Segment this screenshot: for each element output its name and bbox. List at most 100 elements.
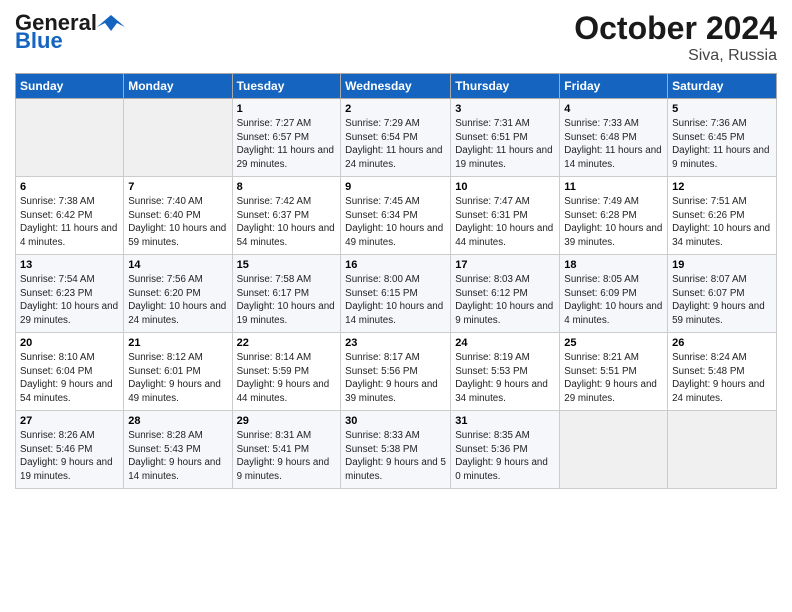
day-detail: Sunrise: 8:00 AMSunset: 6:15 PMDaylight:… (345, 273, 446, 328)
day-number: 18 (564, 259, 663, 271)
calendar-cell: 7 Sunrise: 7:40 AMSunset: 6:40 PMDaylight… (124, 177, 232, 255)
calendar-cell: 21Sunrise: 8:12 AMSunset: 6:01 PMDayligh… (124, 333, 232, 411)
day-number: 3 (455, 103, 555, 115)
day-detail: Sunrise: 8:03 AMSunset: 6:12 PMDaylight:… (455, 273, 555, 328)
calendar-cell: 1Sunrise: 7:27 AMSunset: 6:57 PMDaylight… (232, 99, 341, 177)
calendar-cell: 27Sunrise: 8:26 AMSunset: 5:46 PMDayligh… (16, 411, 124, 489)
calendar-table: Sunday Monday Tuesday Wednesday Thursday… (15, 73, 777, 489)
calendar-week-row: 20Sunrise: 8:10 AMSunset: 6:04 PMDayligh… (16, 333, 777, 411)
main-container: General Blue October 2024 Siva, Russia S… (0, 0, 792, 499)
col-monday: Monday (124, 74, 232, 99)
calendar-cell: 20Sunrise: 8:10 AMSunset: 6:04 PMDayligh… (16, 333, 124, 411)
calendar-cell: 24 Sunrise: 8:19 AMSunset: 5:53 PMDayligh… (451, 333, 560, 411)
day-detail: Sunrise: 8:14 AMSunset: 5:59 PMDaylight:… (237, 351, 337, 406)
day-detail: Sunrise: 7:38 AMSunset: 6:42 PMDaylight:… (20, 195, 119, 250)
calendar-cell: 5Sunrise: 7:36 AMSunset: 6:45 PMDaylight… (668, 99, 777, 177)
calendar-cell: 19 Sunrise: 8:07 AMSunset: 6:07 PMDayligh… (668, 255, 777, 333)
calendar-cell: 11 Sunrise: 7:49 AMSunset: 6:28 PMDayligh… (560, 177, 668, 255)
day-number: 19 (672, 259, 772, 271)
calendar-cell: 8 Sunrise: 7:42 AMSunset: 6:37 PMDaylight… (232, 177, 341, 255)
day-number: 20 (20, 337, 119, 349)
day-detail: Sunrise: 7:33 AMSunset: 6:48 PMDaylight:… (564, 117, 663, 172)
day-number: 24 (455, 337, 555, 349)
day-number: 23 (345, 337, 446, 349)
header: General Blue October 2024 Siva, Russia (15, 10, 777, 65)
calendar-cell: 28 Sunrise: 8:28 AMSunset: 5:43 PMDayligh… (124, 411, 232, 489)
day-detail: Sunrise: 8:31 AMSunset: 5:41 PMDaylight:… (237, 429, 337, 484)
calendar-week-row: 27Sunrise: 8:26 AMSunset: 5:46 PMDayligh… (16, 411, 777, 489)
col-thursday: Thursday (451, 74, 560, 99)
calendar-week-row: 6Sunrise: 7:38 AMSunset: 6:42 PMDaylight… (16, 177, 777, 255)
col-tuesday: Tuesday (232, 74, 341, 99)
calendar-cell: 23 Sunrise: 8:17 AMSunset: 5:56 PMDayligh… (341, 333, 451, 411)
day-number: 28 (128, 415, 227, 427)
day-detail: Sunrise: 8:28 AMSunset: 5:43 PMDaylight:… (128, 429, 227, 484)
calendar-week-row: 1Sunrise: 7:27 AMSunset: 6:57 PMDaylight… (16, 99, 777, 177)
day-detail: Sunrise: 7:42 AMSunset: 6:37 PMDaylight:… (237, 195, 337, 250)
calendar-cell: 10Sunrise: 7:47 AMSunset: 6:31 PMDayligh… (451, 177, 560, 255)
calendar-cell: 15Sunrise: 7:58 AMSunset: 6:17 PMDayligh… (232, 255, 341, 333)
day-number: 17 (455, 259, 555, 271)
title-block: October 2024 Siva, Russia (574, 10, 777, 65)
day-number: 2 (345, 103, 446, 115)
calendar-cell: 26 Sunrise: 8:24 AMSunset: 5:48 PMDayligh… (668, 333, 777, 411)
day-detail: Sunrise: 7:27 AMSunset: 6:57 PMDaylight:… (237, 117, 337, 172)
day-detail: Sunrise: 7:29 AMSunset: 6:54 PMDaylight:… (345, 117, 446, 172)
calendar-cell: 9 Sunrise: 7:45 AMSunset: 6:34 PMDaylight… (341, 177, 451, 255)
calendar-cell: 31Sunrise: 8:35 AMSunset: 5:36 PMDayligh… (451, 411, 560, 489)
logo-blue: Blue (15, 28, 63, 54)
calendar-cell: 25Sunrise: 8:21 AMSunset: 5:51 PMDayligh… (560, 333, 668, 411)
col-saturday: Saturday (668, 74, 777, 99)
calendar-cell: 3 Sunrise: 7:31 AMSunset: 6:51 PMDaylight… (451, 99, 560, 177)
day-detail: Sunrise: 7:45 AMSunset: 6:34 PMDaylight:… (345, 195, 446, 250)
day-number: 26 (672, 337, 772, 349)
day-number: 14 (128, 259, 227, 271)
day-detail: Sunrise: 7:49 AMSunset: 6:28 PMDaylight:… (564, 195, 663, 250)
calendar-cell: 4Sunrise: 7:33 AMSunset: 6:48 PMDaylight… (560, 99, 668, 177)
day-detail: Sunrise: 7:58 AMSunset: 6:17 PMDaylight:… (237, 273, 337, 328)
calendar-cell: 6Sunrise: 7:38 AMSunset: 6:42 PMDaylight… (16, 177, 124, 255)
day-detail: Sunrise: 8:19 AMSunset: 5:53 PMDaylight:… (455, 351, 555, 406)
calendar-cell (560, 411, 668, 489)
calendar-cell: 14Sunrise: 7:56 AMSunset: 6:20 PMDayligh… (124, 255, 232, 333)
day-detail: Sunrise: 8:12 AMSunset: 6:01 PMDaylight:… (128, 351, 227, 406)
col-wednesday: Wednesday (341, 74, 451, 99)
calendar-cell: 30 Sunrise: 8:33 AMSunset: 5:38 PMDayligh… (341, 411, 451, 489)
day-number: 25 (564, 337, 663, 349)
day-number: 11 (564, 181, 663, 193)
calendar-cell (668, 411, 777, 489)
calendar-week-row: 13 Sunrise: 7:54 AMSunset: 6:23 PMDayligh… (16, 255, 777, 333)
calendar-cell: 12Sunrise: 7:51 AMSunset: 6:26 PMDayligh… (668, 177, 777, 255)
day-detail: Sunrise: 7:31 AMSunset: 6:51 PMDaylight:… (455, 117, 555, 172)
calendar-cell: 16 Sunrise: 8:00 AMSunset: 6:15 PMDayligh… (341, 255, 451, 333)
day-detail: Sunrise: 8:05 AMSunset: 6:09 PMDaylight:… (564, 273, 663, 328)
day-number: 9 (345, 181, 446, 193)
day-number: 22 (237, 337, 337, 349)
day-number: 16 (345, 259, 446, 271)
calendar-header-row: Sunday Monday Tuesday Wednesday Thursday… (16, 74, 777, 99)
calendar-cell (16, 99, 124, 177)
day-detail: Sunrise: 8:24 AMSunset: 5:48 PMDaylight:… (672, 351, 772, 406)
col-sunday: Sunday (16, 74, 124, 99)
day-detail: Sunrise: 8:33 AMSunset: 5:38 PMDaylight:… (345, 429, 446, 484)
day-detail: Sunrise: 8:35 AMSunset: 5:36 PMDaylight:… (455, 429, 555, 484)
day-number: 27 (20, 415, 119, 427)
day-number: 7 (128, 181, 227, 193)
col-friday: Friday (560, 74, 668, 99)
calendar-cell: 29Sunrise: 8:31 AMSunset: 5:41 PMDayligh… (232, 411, 341, 489)
location: Siva, Russia (574, 47, 777, 65)
day-number: 12 (672, 181, 772, 193)
calendar-cell: 13 Sunrise: 7:54 AMSunset: 6:23 PMDayligh… (16, 255, 124, 333)
day-number: 8 (237, 181, 337, 193)
logo-bird-icon (97, 13, 125, 33)
calendar-cell: 2 Sunrise: 7:29 AMSunset: 6:54 PMDaylight… (341, 99, 451, 177)
day-number: 13 (20, 259, 119, 271)
day-detail: Sunrise: 7:54 AMSunset: 6:23 PMDaylight:… (20, 273, 119, 328)
month-year: October 2024 (574, 10, 777, 47)
calendar-cell: 22 Sunrise: 8:14 AMSunset: 5:59 PMDayligh… (232, 333, 341, 411)
calendar-cell: 18 Sunrise: 8:05 AMSunset: 6:09 PMDayligh… (560, 255, 668, 333)
day-detail: Sunrise: 8:17 AMSunset: 5:56 PMDaylight:… (345, 351, 446, 406)
day-detail: Sunrise: 7:40 AMSunset: 6:40 PMDaylight:… (128, 195, 227, 250)
day-detail: Sunrise: 8:07 AMSunset: 6:07 PMDaylight:… (672, 273, 772, 328)
day-number: 30 (345, 415, 446, 427)
